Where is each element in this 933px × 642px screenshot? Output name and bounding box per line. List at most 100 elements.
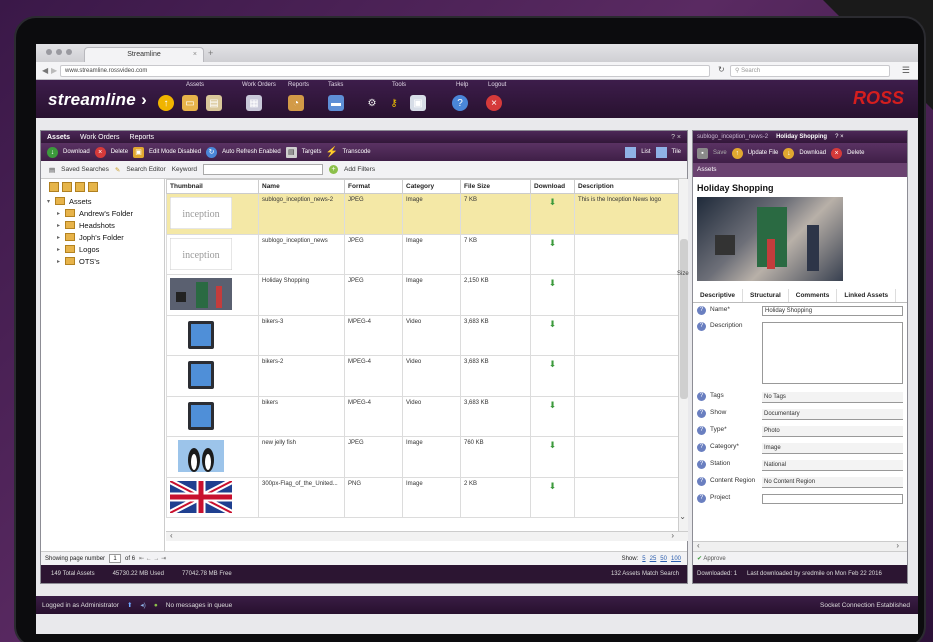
tab-assets[interactable]: Assets <box>47 134 70 141</box>
detail-tab-logo[interactable]: sublogo_inception_news-2 <box>697 134 768 140</box>
save-icon[interactable]: ▪ <box>697 147 708 159</box>
tab-comments[interactable]: Comments <box>789 289 838 302</box>
lightning-icon[interactable]: ⚡ <box>326 147 338 158</box>
table-row[interactable]: 300px-Flag_of_the_United... PNG Image 2 KB ⬇ <box>166 476 678 518</box>
thumbnail-cell[interactable]: inception <box>166 233 259 275</box>
tree-root[interactable]: ▾ Assets <box>41 195 164 207</box>
page-number-input[interactable]: 1 <box>109 554 122 563</box>
new-tab-icon[interactable]: + <box>208 48 213 58</box>
add-filters-button[interactable]: Add Filters <box>344 166 375 173</box>
approve-button[interactable]: Approve <box>703 556 725 562</box>
project-input[interactable] <box>762 494 903 504</box>
column-header[interactable]: Name <box>258 179 345 194</box>
auto-refresh-button[interactable]: Auto Refresh Enabled <box>222 149 281 155</box>
scroll-right-icon[interactable]: › <box>671 531 674 540</box>
scroll-left-icon[interactable]: ‹ <box>170 531 173 540</box>
folder-icon[interactable]: ▭ <box>182 95 198 111</box>
zoom-window-dot[interactable] <box>66 49 72 55</box>
download-arrow-icon[interactable]: ⬇ <box>534 440 571 451</box>
tree-folder[interactable]: ▸ Andrew's Folder <box>41 207 164 219</box>
table-row[interactable]: inception sublogo_inception_news-2 JPEG Ima… <box>166 193 678 235</box>
download-arrow-icon[interactable]: ⬇ <box>534 319 571 330</box>
detail-tab-holiday[interactable]: Holiday Shopping <box>776 134 827 140</box>
calendar-icon[interactable]: ▦ <box>246 95 262 111</box>
table-vertical-scrollbar[interactable] <box>678 179 688 531</box>
keyword-input[interactable] <box>203 164 323 175</box>
name-input[interactable]: Holiday Shopping <box>762 306 903 316</box>
folder-properties-icon[interactable] <box>88 182 98 192</box>
thumbnail-cell[interactable] <box>166 355 259 397</box>
transcode-button[interactable]: Transcode <box>342 149 370 155</box>
detail-horizontal-scrollbar[interactable]: ‹ › <box>693 541 907 551</box>
close-window-dot[interactable] <box>46 49 52 55</box>
scroll-left-icon[interactable]: ‹ <box>697 541 700 550</box>
download-icon[interactable]: ↓ <box>47 146 58 158</box>
targets-icon[interactable]: ▤ <box>285 146 297 158</box>
download-arrow-icon[interactable]: ⬇ <box>534 197 571 208</box>
table-horizontal-scrollbar[interactable]: ‹ › ⌄ <box>166 512 688 541</box>
tree-folder[interactable]: ▸ OTS's <box>41 255 164 267</box>
panel-close-icon[interactable]: ? × <box>671 134 681 141</box>
thumbnail-cell[interactable] <box>166 436 259 478</box>
download-cell[interactable]: ⬇ <box>530 355 575 397</box>
thumbnail-cell[interactable]: inception <box>166 193 259 235</box>
list-view-icon[interactable] <box>625 146 637 158</box>
chat-icon[interactable]: ▬ <box>328 95 344 111</box>
close-tab-icon[interactable]: × <box>193 48 197 62</box>
tab-work-orders[interactable]: Work Orders <box>80 134 120 141</box>
thumbnail-cell[interactable] <box>166 476 259 518</box>
help-icon[interactable]: ? <box>697 392 706 401</box>
list-view-button[interactable]: List <box>641 149 650 155</box>
content-region-select[interactable]: No Content Region <box>762 477 903 488</box>
help-icon[interactable]: ? <box>697 494 706 503</box>
station-select[interactable]: National <box>762 460 903 471</box>
help-icon[interactable]: ? <box>697 460 706 469</box>
tree-folder[interactable]: ▸ Headshots <box>41 219 164 231</box>
delete-button[interactable]: Delete <box>111 149 128 155</box>
lock-icon[interactable]: ▣ <box>133 146 145 158</box>
user-icon[interactable]: ⬆ <box>127 601 132 609</box>
help-icon[interactable]: ? <box>697 409 706 418</box>
table-row[interactable]: bikers-3 MPEG-4 Video 3,683 KB ⬇ <box>166 314 678 356</box>
download-icon[interactable]: ↓ <box>783 147 795 159</box>
scrollbar-thumb[interactable] <box>680 239 688 399</box>
help-icon[interactable]: ? <box>697 477 706 486</box>
search-editor-button[interactable]: Search Editor <box>126 166 165 173</box>
download-cell[interactable]: ⬇ <box>530 233 575 275</box>
download-cell[interactable]: ⬇ <box>530 274 575 316</box>
message-icon[interactable]: ● <box>154 602 158 609</box>
edit-folder-icon[interactable] <box>75 182 85 192</box>
column-header[interactable]: Description <box>574 179 678 194</box>
download-cell[interactable]: ⬇ <box>530 193 575 235</box>
reload-icon[interactable]: ↻ <box>718 65 725 74</box>
column-header[interactable]: File Size <box>460 179 531 194</box>
browser-search-field[interactable]: ⚲ Search <box>730 65 890 77</box>
download-cell[interactable]: ⬇ <box>530 476 575 518</box>
table-row[interactable]: bikers MPEG-4 Video 3,683 KB ⬇ <box>166 395 678 437</box>
tree-folder[interactable]: ▸ Logos <box>41 243 164 255</box>
download-arrow-icon[interactable]: ⬇ <box>534 400 571 411</box>
collapsed-arrow-icon[interactable]: ▸ <box>57 210 65 217</box>
expand-arrow-icon[interactable]: ▾ <box>47 198 55 205</box>
delete-folder-icon[interactable] <box>62 182 72 192</box>
thumbnail-cell[interactable] <box>166 314 259 356</box>
collapsed-arrow-icon[interactable]: ▸ <box>57 258 65 265</box>
download-arrow-icon[interactable]: ⬇ <box>534 278 571 289</box>
help-icon[interactable]: ? <box>452 95 468 111</box>
page-size-option[interactable]: 5 <box>642 556 645 562</box>
gear-icon[interactable]: ⚙ <box>364 95 380 111</box>
thumbnail-cell[interactable] <box>166 395 259 437</box>
download-button[interactable]: Download <box>63 149 90 155</box>
tree-folder[interactable]: ▸ Joph's Folder <box>41 231 164 243</box>
collapsed-arrow-icon[interactable]: ▸ <box>57 234 65 241</box>
page-size-option[interactable]: 50 <box>660 556 667 562</box>
help-icon[interactable]: ? <box>697 443 706 452</box>
column-header[interactable]: Category <box>402 179 461 194</box>
download-cell[interactable]: ⬇ <box>530 436 575 478</box>
column-header[interactable]: Thumbnail <box>166 179 259 194</box>
help-icon[interactable]: ? <box>697 426 706 435</box>
tile-view-icon[interactable] <box>655 146 667 158</box>
collapsed-arrow-icon[interactable]: ▸ <box>57 246 65 253</box>
page-size-option[interactable]: 100 <box>671 556 681 562</box>
new-folder-icon[interactable] <box>49 182 59 192</box>
